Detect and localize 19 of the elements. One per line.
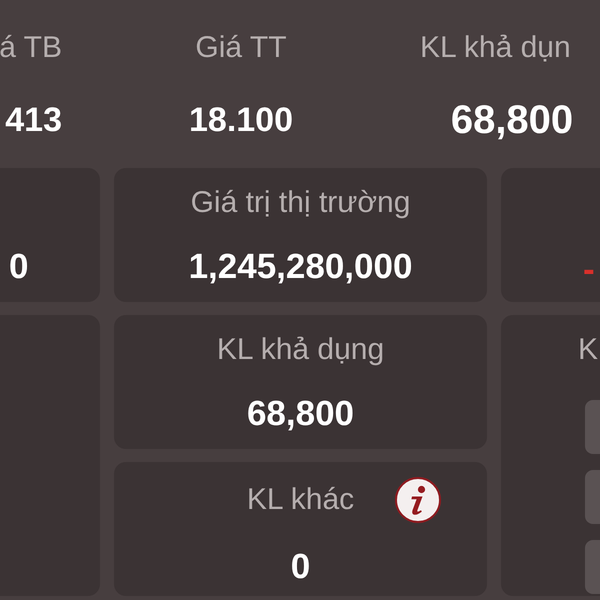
column-value: 68,800	[450, 97, 574, 143]
column-value: 413	[5, 100, 62, 141]
options-label: K	[578, 332, 598, 368]
column-value: 18.100	[189, 100, 293, 141]
stat-value: 0	[9, 246, 28, 288]
option-button[interactable]	[585, 540, 600, 594]
column-label: á TB	[0, 30, 62, 66]
stat-label: KL khả dụng	[216, 332, 384, 368]
column-label: KL khả dụn	[420, 30, 571, 66]
stat-label: Giá trị thị trường	[190, 185, 410, 221]
stat-value: -	[583, 249, 595, 291]
column-label: Giá TT	[195, 30, 287, 66]
stat-value: 68,800	[246, 393, 354, 435]
option-button[interactable]	[585, 470, 600, 524]
stat-label: KL khác	[246, 482, 354, 518]
stat-value: 0	[290, 546, 310, 588]
option-button[interactable]	[585, 400, 600, 454]
info-icon[interactable]	[395, 477, 442, 523]
stat-value: 1,245,280,000	[188, 246, 412, 288]
